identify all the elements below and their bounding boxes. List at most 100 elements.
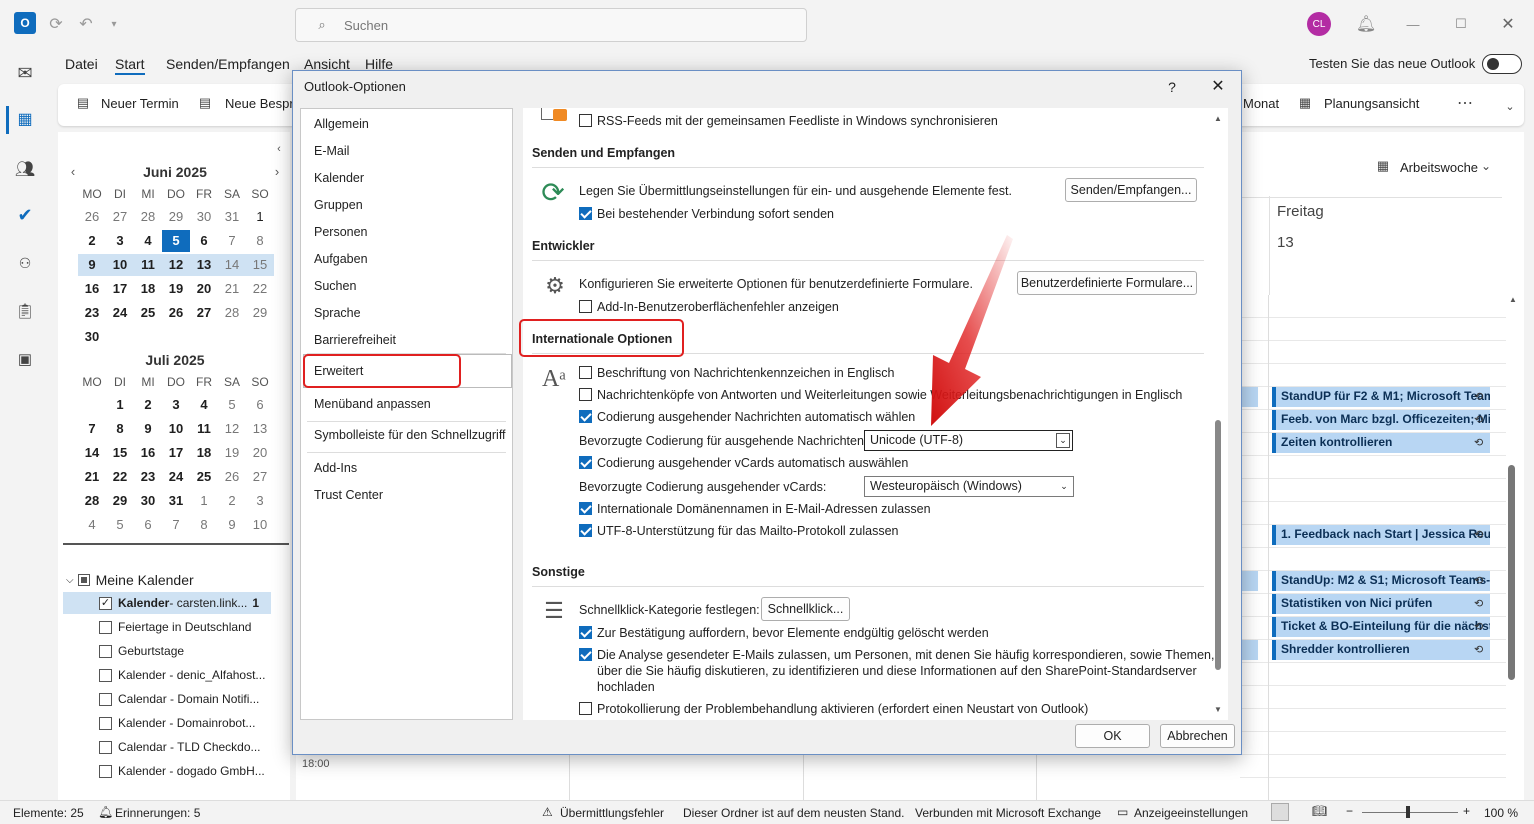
calendar-day[interactable]: 29 bbox=[162, 206, 190, 228]
tasks-icon[interactable]: 📋︎ bbox=[14, 300, 36, 322]
calendar-day[interactable]: 10 bbox=[106, 254, 134, 276]
collapse-pane-icon[interactable]: ‹ bbox=[272, 142, 286, 156]
calendar-checkbox[interactable] bbox=[99, 644, 112, 658]
scroll-down-icon[interactable]: ▼ bbox=[1214, 705, 1222, 714]
calendar-event[interactable]: StandUp: M2 & S1; Microsoft Teams-I bbox=[1272, 571, 1490, 591]
calendar-day[interactable]: 21 bbox=[78, 466, 106, 488]
calendar-day[interactable]: 8 bbox=[190, 514, 218, 536]
options-nav-item[interactable]: Barrierefreiheit bbox=[314, 333, 396, 347]
calendar-day[interactable]: 15 bbox=[246, 254, 274, 276]
calendar-day[interactable]: 25 bbox=[134, 302, 162, 324]
mail-icon[interactable]: ✉ bbox=[14, 62, 36, 84]
calendar-day[interactable]: 31 bbox=[218, 206, 246, 228]
group-checkbox[interactable] bbox=[77, 574, 90, 586]
calendar-day[interactable]: 5 bbox=[162, 230, 190, 252]
calendar-day[interactable]: 2 bbox=[78, 230, 106, 252]
bell-icon[interactable]: 🔔︎ bbox=[1356, 13, 1376, 35]
zoom-slider[interactable] bbox=[1362, 812, 1458, 813]
calendar-day[interactable]: 5 bbox=[218, 394, 246, 416]
utf8-mailto-checkbox[interactable] bbox=[579, 524, 592, 537]
calendar-list-item[interactable]: Kalender - dogado GmbH... bbox=[63, 760, 271, 782]
calendar-day[interactable]: 31 bbox=[162, 490, 190, 512]
send-receive-button[interactable]: Senden/Empfangen... bbox=[1065, 178, 1197, 202]
calendar-day[interactable]: 27 bbox=[190, 302, 218, 324]
calendar-day[interactable]: 6 bbox=[190, 230, 218, 252]
calendar-day[interactable]: 29 bbox=[246, 302, 274, 324]
calendar-list-item[interactable]: Kalender - Domainrobot... bbox=[63, 712, 271, 734]
scroll-up-icon[interactable]: ▲ bbox=[1509, 295, 1517, 304]
more-icon[interactable]: ⋯ bbox=[1454, 94, 1476, 112]
reading-view-icon[interactable]: 📖︎ bbox=[1312, 804, 1327, 818]
rss-sync-checkbox[interactable] bbox=[579, 114, 592, 127]
grid-scrollbar[interactable]: ▲ bbox=[1506, 295, 1518, 695]
calendar-event-fragment[interactable] bbox=[1240, 640, 1258, 660]
calendar-day[interactable]: 7 bbox=[162, 514, 190, 536]
quick-access-dropdown-icon[interactable]: ▾ bbox=[106, 14, 122, 34]
calendar-day[interactable]: 16 bbox=[134, 442, 162, 464]
analysis-checkbox[interactable] bbox=[579, 648, 592, 661]
calendar-list-item[interactable]: Calendar - Domain Notifi... bbox=[63, 688, 271, 710]
menu-start[interactable]: Start bbox=[115, 56, 145, 75]
normal-view-icon[interactable] bbox=[1271, 803, 1289, 821]
calendar-day[interactable]: 2 bbox=[218, 490, 246, 512]
calendar-day[interactable]: 12 bbox=[162, 254, 190, 276]
calendar-day[interactable]: 21 bbox=[218, 278, 246, 300]
calendar-day[interactable]: 28 bbox=[78, 490, 106, 512]
avatar[interactable]: CL bbox=[1307, 12, 1331, 36]
calendar-day[interactable]: 26 bbox=[78, 206, 106, 228]
close-icon[interactable]: ✕ bbox=[1207, 75, 1229, 97]
scroll-up-icon[interactable]: ▲ bbox=[1214, 114, 1222, 123]
calendar-day[interactable]: 17 bbox=[162, 442, 190, 464]
calendar-day[interactable]: 23 bbox=[78, 302, 106, 324]
view-dropdown-icon[interactable]: ⌄ bbox=[1478, 158, 1494, 174]
calendar-day[interactable]: 27 bbox=[246, 466, 274, 488]
options-nav-item[interactable]: Personen bbox=[314, 225, 368, 239]
zoom-out-icon[interactable]: − bbox=[1346, 804, 1353, 818]
calendar-checkbox[interactable] bbox=[99, 692, 112, 706]
calendar-day[interactable]: 9 bbox=[134, 418, 162, 440]
options-nav-item[interactable]: Symbolleiste für den Schnellzugriff bbox=[314, 428, 506, 442]
calendar-day[interactable]: 11 bbox=[190, 418, 218, 440]
options-nav-item[interactable]: E-Mail bbox=[314, 144, 349, 158]
calendar-day[interactable]: 3 bbox=[162, 394, 190, 416]
custom-forms-button[interactable]: Benutzerdefinierte Formulare... bbox=[1017, 271, 1197, 295]
calendar-event[interactable]: StandUP für F2 & M1; Microsoft Team bbox=[1272, 387, 1490, 407]
auto-vcard-encoding-checkbox[interactable] bbox=[579, 456, 592, 469]
intl-flag-english-checkbox[interactable] bbox=[579, 366, 592, 379]
calendar-day[interactable]: 2 bbox=[134, 394, 162, 416]
options-nav-item[interactable]: Suchen bbox=[314, 279, 356, 293]
calendar-day[interactable]: 29 bbox=[106, 490, 134, 512]
calendar-day[interactable]: 8 bbox=[246, 230, 274, 252]
quick-click-button[interactable]: Schnellklick... bbox=[761, 597, 850, 621]
calendar-day[interactable]: 26 bbox=[218, 466, 246, 488]
ribbon-expand-icon[interactable]: ⌄ bbox=[1502, 98, 1518, 114]
calendar-list-item[interactable]: ✓ Kalender - carsten.link... 1 bbox=[63, 592, 271, 614]
apps-icon[interactable]: ▣ bbox=[14, 348, 36, 370]
calendar-day[interactable]: 12 bbox=[218, 418, 246, 440]
view-selector[interactable]: Arbeitswoche bbox=[1400, 160, 1478, 175]
close-window-icon[interactable]: ✕ bbox=[1498, 13, 1518, 35]
options-nav-item[interactable]: Add-Ins bbox=[314, 461, 357, 475]
new-appointment-button[interactable]: Neuer Termin bbox=[101, 96, 179, 111]
calendar-list-item[interactable]: Feiertage in Deutschland bbox=[63, 616, 271, 638]
schedule-view-button[interactable]: Planungsansicht bbox=[1324, 96, 1419, 111]
calendar-checkbox[interactable] bbox=[99, 668, 112, 682]
calendar-day[interactable]: 15 bbox=[106, 442, 134, 464]
new-meeting-button[interactable]: Neue Bespr bbox=[225, 96, 294, 111]
calendar-day[interactable]: 9 bbox=[78, 254, 106, 276]
calendar-day[interactable]: 5 bbox=[106, 514, 134, 536]
calendar-day[interactable]: 25 bbox=[190, 466, 218, 488]
calendar-day[interactable]: 6 bbox=[134, 514, 162, 536]
calendar-day[interactable]: 30 bbox=[78, 326, 106, 348]
calendar-day[interactable]: 1 bbox=[106, 394, 134, 416]
zoom-in-icon[interactable]: + bbox=[1463, 804, 1470, 818]
scroll-thumb[interactable] bbox=[1215, 420, 1221, 670]
calendar-checkbox[interactable] bbox=[99, 764, 112, 778]
calendar-checkbox[interactable] bbox=[99, 716, 112, 730]
sync-icon[interactable]: ⟳ bbox=[46, 14, 66, 34]
calendar-day[interactable]: 3 bbox=[106, 230, 134, 252]
options-nav-item[interactable]: Allgemein bbox=[314, 117, 369, 131]
calendar-day[interactable]: 18 bbox=[190, 442, 218, 464]
help-button[interactable]: ? bbox=[1163, 77, 1181, 97]
calendar-day[interactable]: 30 bbox=[134, 490, 162, 512]
